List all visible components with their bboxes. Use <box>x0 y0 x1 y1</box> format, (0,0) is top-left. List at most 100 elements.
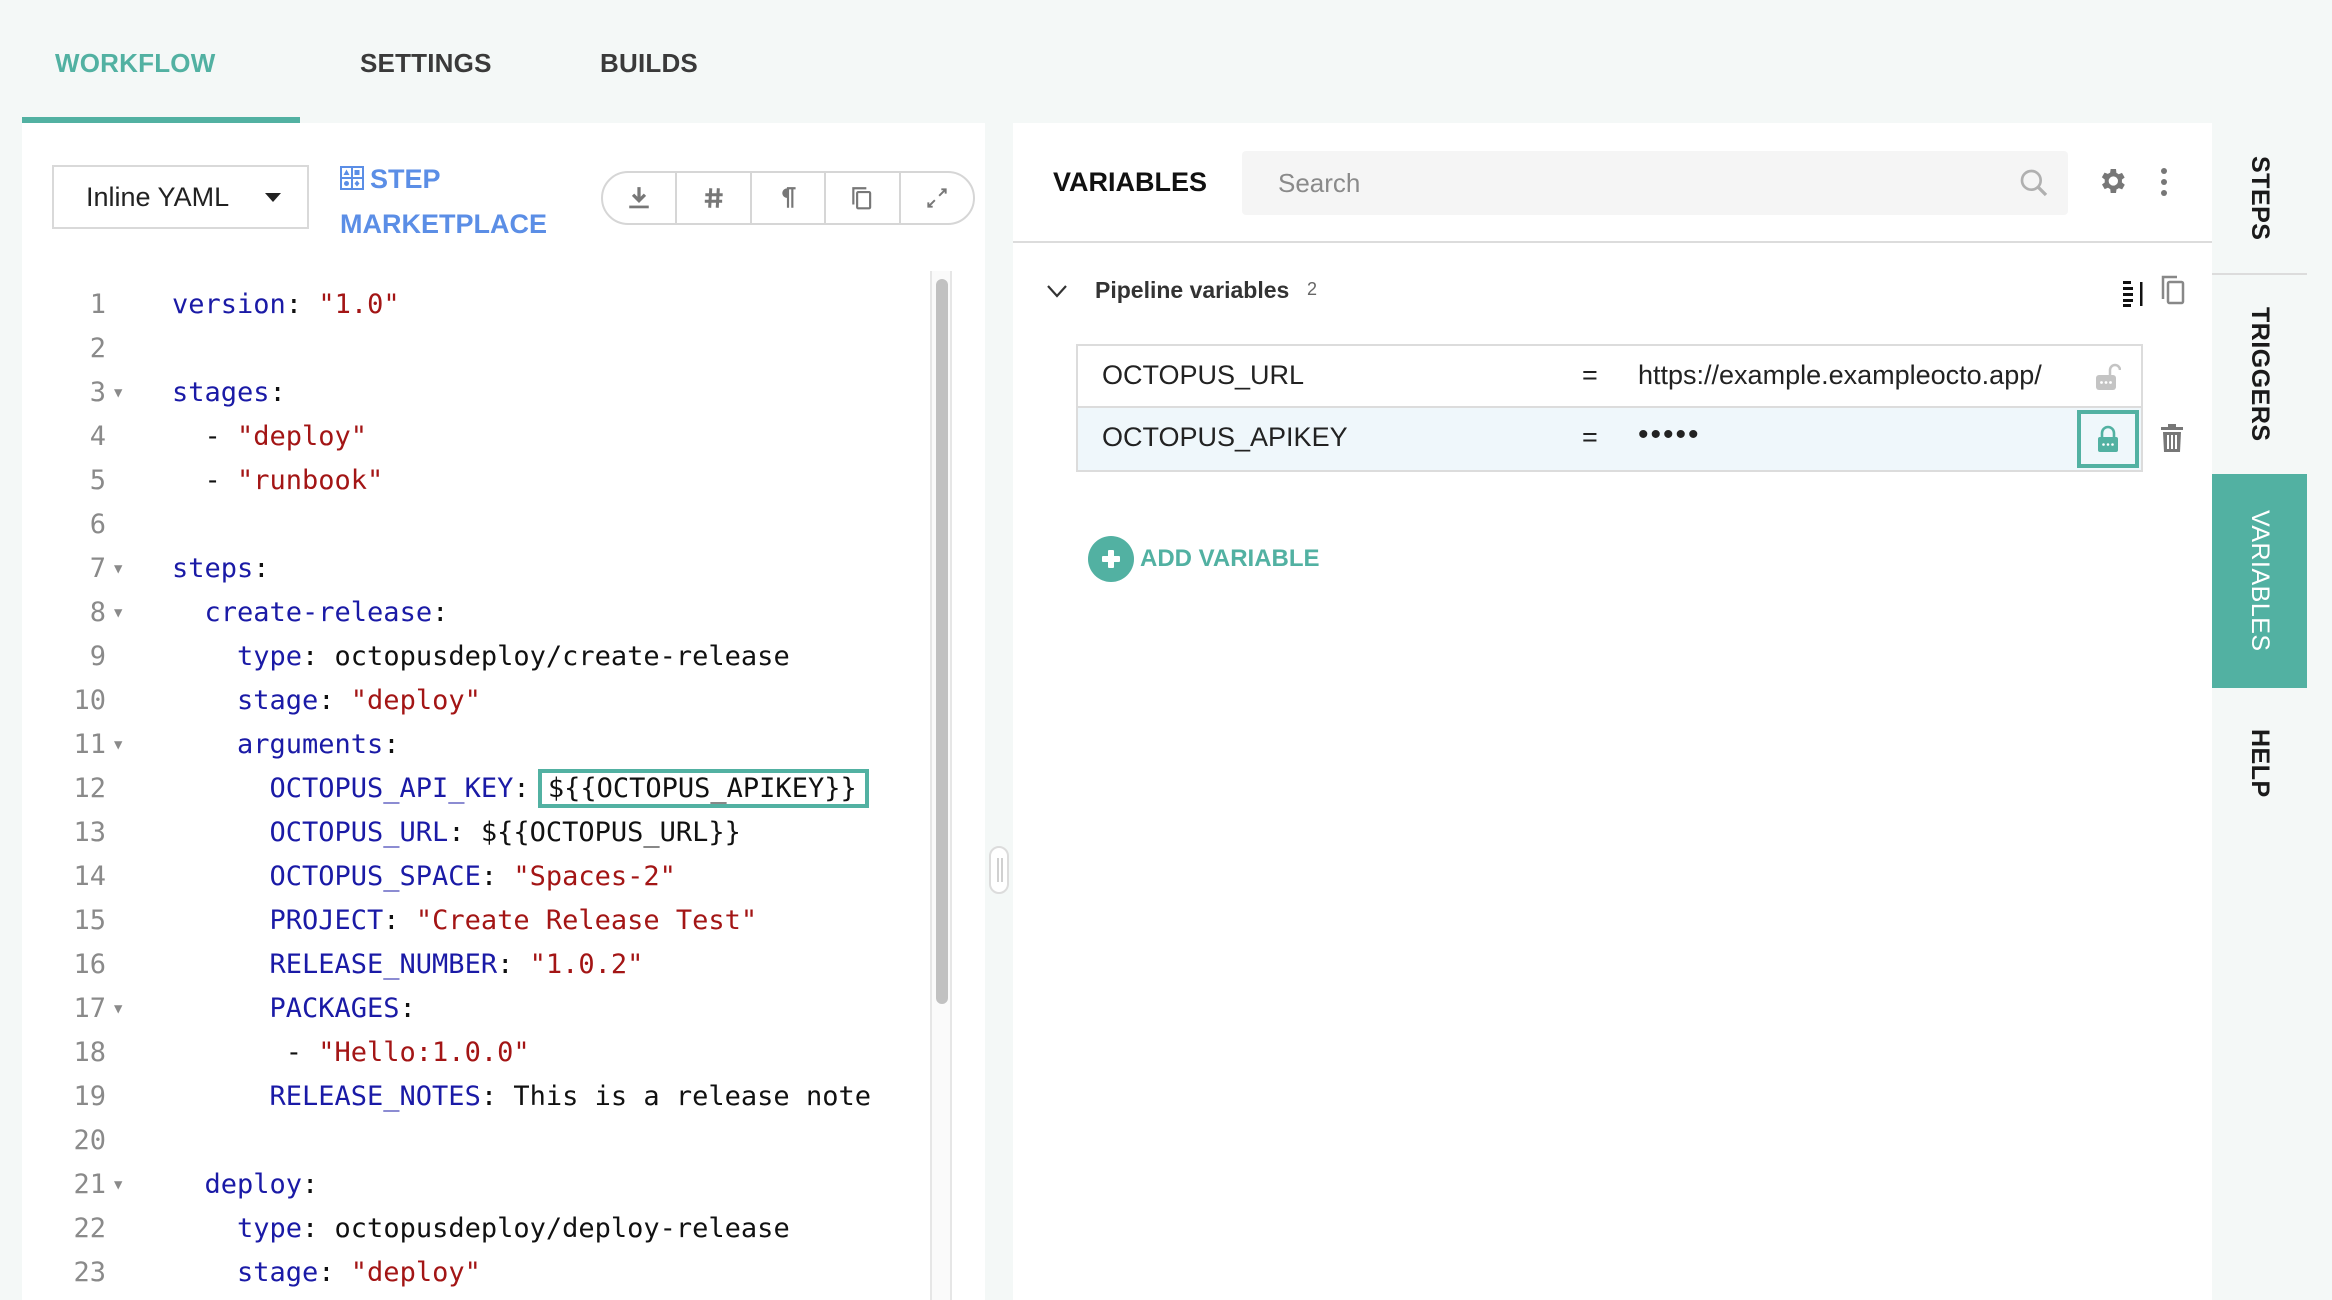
code-text: OCTOPUS_URL: ${{OCTOPUS_URL}} <box>270 811 741 855</box>
pipeline-variables-header: Pipeline variables 2 <box>1045 273 2185 313</box>
variable-value[interactable]: https://example.exampleocto.app/ <box>1638 360 2042 391</box>
code-line[interactable]: 22 type: octopusdeploy/deploy-release <box>22 1207 922 1251</box>
code-line[interactable]: 9 type: octopusdeploy/create-release <box>22 635 922 679</box>
yaml-key: OCTOPUS_API_KEY <box>269 773 514 804</box>
yaml-value: This is a release note <box>513 1081 871 1112</box>
copy-button[interactable] <box>826 173 901 223</box>
code-line[interactable]: 4 - "deploy" <box>22 415 922 459</box>
side-tab-label: VARIABLES <box>2246 510 2274 652</box>
more-options-icon[interactable] <box>2158 167 2170 197</box>
show-whitespace-button[interactable] <box>752 173 827 223</box>
side-tab-variables[interactable]: VARIABLES <box>2212 474 2307 688</box>
code-text: steps: <box>172 547 270 591</box>
download-button[interactable] <box>603 173 678 223</box>
editor-scrollbar[interactable] <box>930 271 952 1300</box>
variable-name[interactable]: OCTOPUS_APIKEY <box>1102 422 1348 453</box>
side-tab-label: STEPS <box>2246 155 2274 241</box>
fold-toggle-icon[interactable]: ▼ <box>114 723 122 767</box>
yaml-key: type <box>237 641 303 672</box>
fold-toggle-icon[interactable]: ▼ <box>114 1163 122 1207</box>
editor-scrollbar-thumb[interactable] <box>936 279 948 1004</box>
copy-icon[interactable] <box>2159 273 2187 307</box>
code-line[interactable]: 11 ▼ arguments: <box>22 723 922 767</box>
tab-builds[interactable]: BUILDS <box>600 48 698 79</box>
fold-toggle-icon[interactable]: ▼ <box>114 591 122 635</box>
line-number: 1 <box>89 289 106 320</box>
editor-mode-select[interactable]: Inline YAML <box>52 165 309 229</box>
search-icon <box>2020 169 2048 197</box>
code-line[interactable]: 17 ▼ PACKAGES: <box>22 987 922 1031</box>
grid-icon <box>340 166 364 190</box>
code-line[interactable]: 10 stage: "deploy" <box>22 679 922 723</box>
highlighted-variable-reference: ${{OCTOPUS_APIKEY}} <box>537 769 869 808</box>
yaml-separator: : <box>383 729 400 760</box>
yaml-value: "Hello:1.0.0" <box>318 1037 530 1068</box>
code-line[interactable]: 16 RELEASE_NUMBER: "1.0.2" <box>22 943 922 987</box>
code-line[interactable]: 5 - "runbook" <box>22 459 922 503</box>
code-line[interactable]: 19 RELEASE_NOTES: This is a release note <box>22 1075 922 1119</box>
pilcrow-icon <box>782 187 796 208</box>
code-line[interactable]: 1 version: "1.0" <box>22 283 922 327</box>
trash-icon[interactable] <box>2159 423 2185 453</box>
equals-sign: = <box>1582 422 1598 452</box>
code-line[interactable]: 14 OCTOPUS_SPACE: "Spaces-2" <box>22 855 922 899</box>
sort-icon[interactable] <box>2121 277 2149 309</box>
secret-toggle-button[interactable] <box>2077 348 2139 406</box>
unlock-icon <box>2096 363 2121 390</box>
plus-circle-icon <box>1088 536 1134 582</box>
yaml-key: PACKAGES <box>269 993 400 1024</box>
line-number: 3 <box>89 377 106 408</box>
variables-panel: VARIABLES Pipeline variables 2 OCTOPUS_U… <box>1013 123 2212 1300</box>
line-number: 6 <box>89 509 106 540</box>
yaml-value: octopusdeploy/deploy-release <box>334 1213 790 1244</box>
code-line[interactable]: 7 ▼ steps: <box>22 547 922 591</box>
line-number: 17 <box>73 993 106 1024</box>
side-tab-steps[interactable]: STEPS <box>2212 123 2307 273</box>
variable-row[interactable]: OCTOPUS_URL = https://example.exampleoct… <box>1078 346 2141 408</box>
line-numbers-button[interactable] <box>677 173 752 223</box>
tab-workflow[interactable]: WORKFLOW <box>55 48 215 79</box>
code-text: RELEASE_NOTES: This is a release note <box>270 1075 871 1119</box>
add-variable-button[interactable]: ADD VARIABLE <box>1088 536 1320 582</box>
splitter-handle[interactable] <box>989 846 1009 894</box>
yaml-key: deploy <box>204 1169 303 1200</box>
yaml-separator: : <box>285 289 319 320</box>
code-line[interactable]: 21 ▼ deploy: <box>22 1163 922 1207</box>
yaml-key: OCTOPUS_SPACE <box>269 861 481 892</box>
code-line[interactable]: 12 OCTOPUS_API_KEY: ${{OCTOPUS_APIKEY}} <box>22 767 922 811</box>
variable-value-masked[interactable]: ••••• <box>1638 418 1701 452</box>
step-marketplace-link[interactable]: STEP MARKETPLACE <box>340 157 580 247</box>
panel-title: VARIABLES <box>1053 167 1208 197</box>
code-editor[interactable]: 1 version: "1.0" 2 3 ▼ stages: 4- "deploy" 5- "… <box>22 283 922 1295</box>
fold-toggle-icon[interactable]: ▼ <box>114 987 122 1031</box>
code-line[interactable]: 15 PROJECT: "Create Release Test" <box>22 899 922 943</box>
code-line[interactable]: 23 stage: "deploy" <box>22 1251 922 1295</box>
yaml-separator: : <box>399 993 416 1024</box>
line-number: 12 <box>73 773 106 804</box>
code-line[interactable]: 13 OCTOPUS_URL: ${{OCTOPUS_URL}} <box>22 811 922 855</box>
code-line[interactable]: 6 <box>22 503 922 547</box>
code-line[interactable]: 8 ▼ create-release: <box>22 591 922 635</box>
tab-settings[interactable]: SETTINGS <box>360 48 492 79</box>
gear-icon[interactable] <box>2096 165 2128 197</box>
line-number: 23 <box>73 1257 106 1288</box>
side-tab-help[interactable]: HELP <box>2212 688 2307 838</box>
fold-toggle-icon[interactable]: ▼ <box>114 547 122 591</box>
code-line[interactable]: 18 - "Hello:1.0.0" <box>22 1031 922 1075</box>
code-line[interactable]: 3 ▼ stages: <box>22 371 922 415</box>
side-tab-triggers[interactable]: TRIGGERS <box>2212 275 2307 473</box>
variable-row[interactable]: OCTOPUS_APIKEY = ••••• <box>1078 408 2183 470</box>
secret-toggle-button[interactable] <box>2077 410 2139 468</box>
code-line[interactable]: 2 <box>22 327 922 371</box>
line-number: 18 <box>73 1037 106 1068</box>
yaml-separator: - <box>285 1037 319 1068</box>
chevron-down-icon[interactable] <box>1045 281 1069 301</box>
yaml-separator: : <box>302 1213 335 1244</box>
expand-button[interactable] <box>901 173 973 223</box>
yaml-separator: : <box>302 1169 319 1200</box>
code-line[interactable]: 20 <box>22 1119 922 1163</box>
fold-toggle-icon[interactable]: ▼ <box>114 371 122 415</box>
search-input[interactable] <box>1242 151 2068 215</box>
yaml-value: "Spaces-2" <box>513 861 676 892</box>
variable-name[interactable]: OCTOPUS_URL <box>1102 360 1304 391</box>
